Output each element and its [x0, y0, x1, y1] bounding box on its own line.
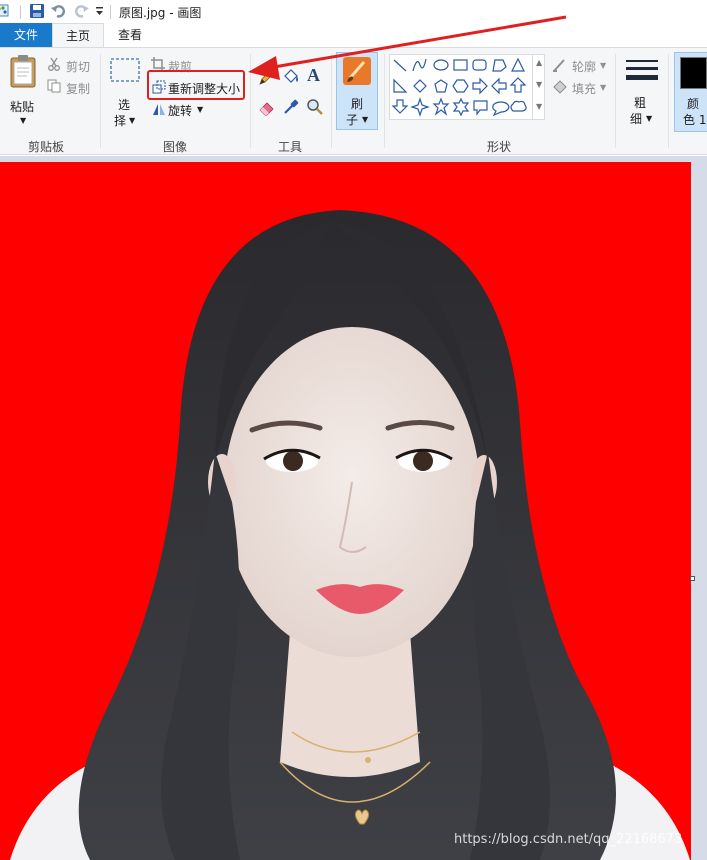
annotation-arrow: [248, 15, 567, 80]
watermark: https://blog.csdn.net/qq_22168673: [454, 832, 683, 847]
